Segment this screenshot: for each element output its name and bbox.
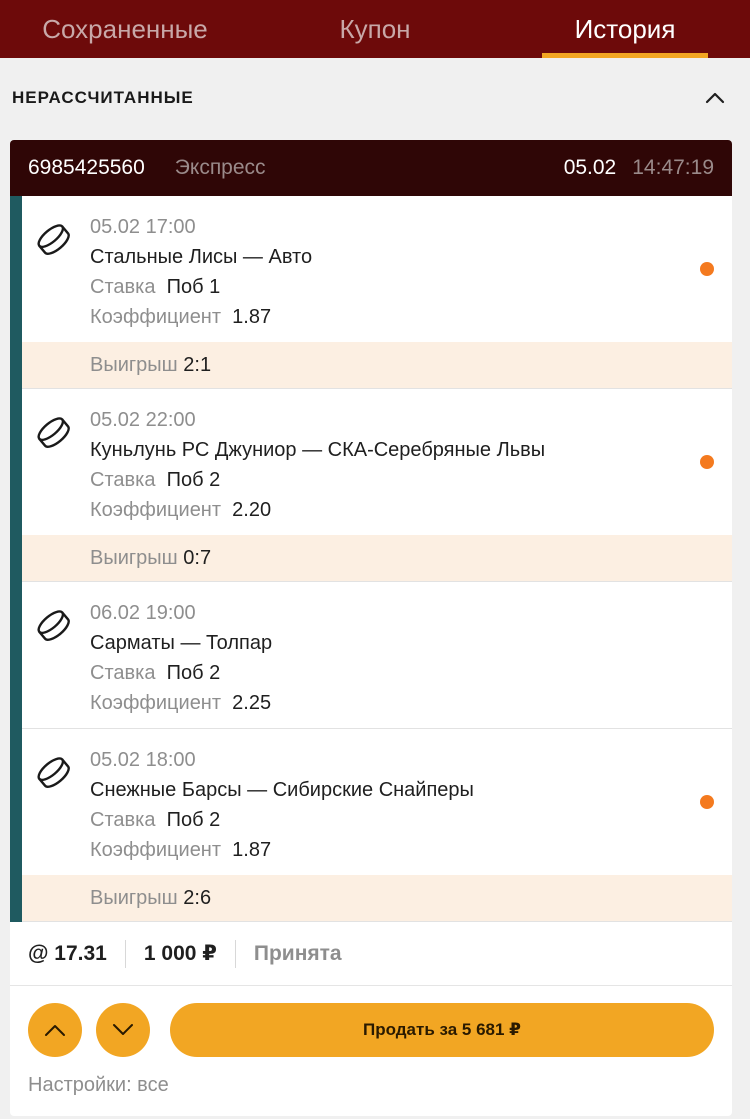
bet-status: Принята [253,941,342,965]
event-teams: Снежные Барсы — Сибирские Снайперы [90,779,474,801]
tab-saved[interactable]: Сохраненные [0,0,250,58]
event-datetime: 05.02 22:00 [90,409,196,431]
stake-value: Поб 2 [166,662,221,684]
stake-label: Ставка [90,809,156,831]
event-item[interactable]: 05.02 22:00 Куньлунь РС Джуниор — СКА-Се… [22,389,732,582]
stake-value: Поб 2 [166,809,221,831]
coef-value: 1.87 [232,306,272,328]
coef-label: Коэффициент [90,306,222,328]
score-value: 0:7 [183,546,212,569]
bet-summary: @ 17.31 1 000 ₽ Принята [10,922,732,986]
tab-history[interactable]: История [500,0,750,58]
chevron-up-icon[interactable] [704,87,726,109]
live-status-dot [700,262,714,276]
coef-label: Коэффициент [90,499,222,521]
score-row: Выигрыш 2:1 [22,342,732,388]
bet-type: Экспресс [174,156,266,179]
events-list: 05.02 17:00 Стальные Лисы — Авто Ставка … [10,196,732,922]
coef-value: 2.20 [232,499,272,521]
event-item[interactable]: 06.02 19:00 Сарматы — Толпар Ставка Поб … [22,582,732,729]
bet-card-header[interactable]: 6985425560 Экспресс 05.02 14:47:19 [10,140,732,196]
total-odds: @ 17.31 [28,941,107,965]
chevron-up-icon [45,1025,65,1036]
score-label: Выигрыш [90,886,178,909]
event-teams: Сарматы — Толпар [90,632,273,654]
top-tabs: Сохраненные Купон История [0,0,750,58]
stake-value: Поб 1 [166,276,221,298]
score-label: Выигрыш [90,546,178,569]
bet-time: 14:47:19 [632,156,714,179]
stake-label: Ставка [90,276,156,298]
hockey-puck-icon [34,220,74,260]
coef-label: Коэффициент [90,839,222,861]
event-item[interactable]: 05.02 17:00 Стальные Лисы — Авто Ставка … [22,196,732,389]
hockey-puck-icon [34,606,74,646]
score-value: 2:1 [183,353,212,376]
live-status-dot [700,795,714,809]
score-label: Выигрыш [90,353,178,376]
bet-date: 05.02 [563,156,617,179]
stake-value: Поб 2 [166,469,221,491]
bet-actions: Продать за 5 681 ₽ [10,986,732,1074]
hockey-puck-icon [34,413,74,453]
sell-button[interactable]: Продать за 5 681 ₽ [170,1003,714,1057]
event-item[interactable]: 05.02 18:00 Снежные Барсы — Сибирские Сн… [22,729,732,922]
bet-amount: 1 000 ₽ [143,942,217,965]
event-datetime: 06.02 19:00 [90,602,196,624]
live-status-dot [700,455,714,469]
score-row: Выигрыш 0:7 [22,535,732,581]
tab-coupon[interactable]: Купон [250,0,500,58]
settings-link[interactable]: Настройки: все [10,1074,732,1097]
coef-label: Коэффициент [90,692,222,714]
scroll-up-button[interactable] [28,1003,82,1057]
score-value: 2:6 [183,886,212,909]
coef-value: 2.25 [232,692,272,714]
bet-id: 6985425560 [28,156,145,179]
stake-label: Ставка [90,469,156,491]
event-teams: Куньлунь РС Джуниор — СКА-Серебряные Льв… [90,439,546,461]
section-title: НЕРАССЧИТАННЫЕ [12,88,194,107]
chevron-down-icon [113,1024,133,1035]
scroll-down-button[interactable] [96,1003,150,1057]
section-header[interactable]: НЕРАССЧИТАННЫЕ [0,58,750,138]
bet-card: 6985425560 Экспресс 05.02 14:47:19 05.02… [10,140,732,1116]
event-datetime: 05.02 18:00 [90,749,196,771]
coef-value: 1.87 [232,839,272,861]
score-row: Выигрыш 2:6 [22,875,732,921]
hockey-puck-icon [34,753,74,793]
stake-label: Ставка [90,662,156,684]
event-datetime: 05.02 17:00 [90,216,196,238]
event-teams: Стальные Лисы — Авто [90,246,313,268]
